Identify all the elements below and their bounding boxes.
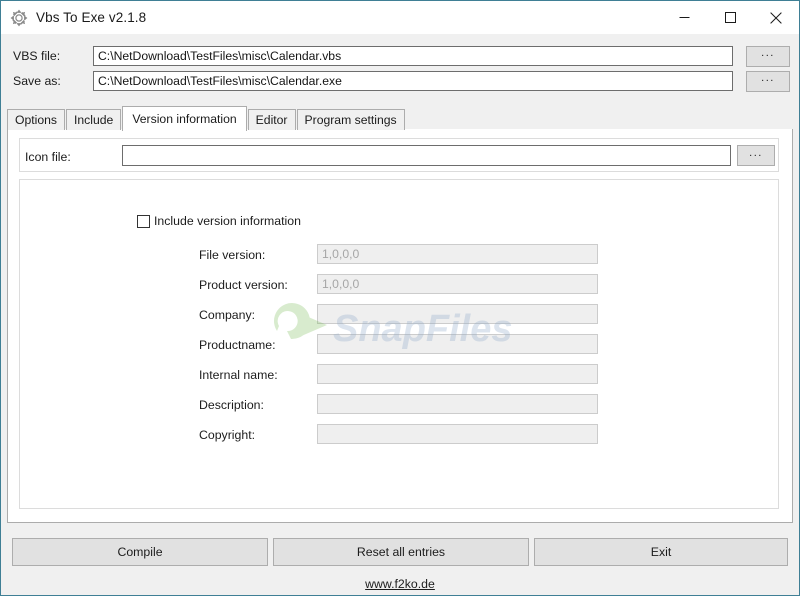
productname-input[interactable] xyxy=(317,334,598,354)
save-as-label: Save as: xyxy=(13,74,61,88)
save-as-input[interactable]: C:\NetDownload\TestFiles\misc\Calendar.e… xyxy=(93,71,733,91)
tab-options[interactable]: Options xyxy=(7,109,66,130)
gear-icon xyxy=(10,9,28,26)
internal-name-input[interactable] xyxy=(317,364,598,384)
compile-button[interactable]: Compile xyxy=(12,538,268,566)
file-paths-panel: VBS file: C:\NetDownload\TestFiles\misc\… xyxy=(1,34,799,104)
close-icon xyxy=(770,11,782,24)
icon-file-input[interactable] xyxy=(122,145,731,166)
vbs-file-browse-button[interactable]: ... xyxy=(746,45,790,67)
productname-label: Productname: xyxy=(199,338,276,352)
minimize-icon xyxy=(679,17,689,18)
window-title: Vbs To Exe v2.1.8 xyxy=(36,10,147,25)
vbs-file-input[interactable]: C:\NetDownload\TestFiles\misc\Calendar.v… xyxy=(93,46,733,66)
product-version-input[interactable]: 1,0,0,0 xyxy=(317,274,598,294)
save-as-browse-button[interactable]: ... xyxy=(746,70,790,92)
maximize-button[interactable] xyxy=(707,2,753,34)
copyright-label: Copyright: xyxy=(199,428,256,442)
website-link[interactable]: www.f2ko.de xyxy=(1,577,799,591)
checkbox-box-icon xyxy=(137,214,150,228)
tab-version-information[interactable]: Version information xyxy=(122,106,247,131)
tab-editor[interactable]: Editor xyxy=(247,109,296,130)
website-link-text: www.f2ko.de xyxy=(365,577,435,591)
application-window: Vbs To Exe v2.1.8 VBS file: C:\NetDownlo… xyxy=(0,0,800,596)
title-bar: Vbs To Exe v2.1.8 xyxy=(1,1,799,34)
icon-file-browse-button[interactable]: ... xyxy=(737,145,775,166)
description-label: Description: xyxy=(199,398,264,412)
company-label: Company: xyxy=(199,308,256,322)
copyright-input[interactable] xyxy=(317,424,598,444)
internal-name-label: Internal name: xyxy=(199,368,278,382)
footer-bar: Compile Reset all entries Exit www.f2ko.… xyxy=(1,523,799,595)
version-information-panel xyxy=(7,129,793,523)
vbs-file-label: VBS file: xyxy=(13,49,61,63)
company-input[interactable] xyxy=(317,304,598,324)
minimize-button[interactable] xyxy=(661,2,707,34)
description-input[interactable] xyxy=(317,394,598,414)
tab-include[interactable]: Include xyxy=(66,109,122,130)
product-version-label: Product version: xyxy=(199,278,288,292)
icon-file-label: Icon file: xyxy=(25,150,71,164)
include-version-information-label: Include version information xyxy=(154,214,301,228)
exit-button[interactable]: Exit xyxy=(534,538,788,566)
include-version-information-checkbox[interactable]: Include version information xyxy=(137,214,301,228)
tab-program-settings[interactable]: Program settings xyxy=(296,109,405,130)
tab-strip: Options Include Version information Edit… xyxy=(7,106,793,131)
reset-all-entries-button[interactable]: Reset all entries xyxy=(273,538,529,566)
file-version-input[interactable]: 1,0,0,0 xyxy=(317,244,598,264)
file-version-label: File version: xyxy=(199,248,266,262)
maximize-icon xyxy=(724,12,736,23)
close-button[interactable] xyxy=(753,2,799,34)
